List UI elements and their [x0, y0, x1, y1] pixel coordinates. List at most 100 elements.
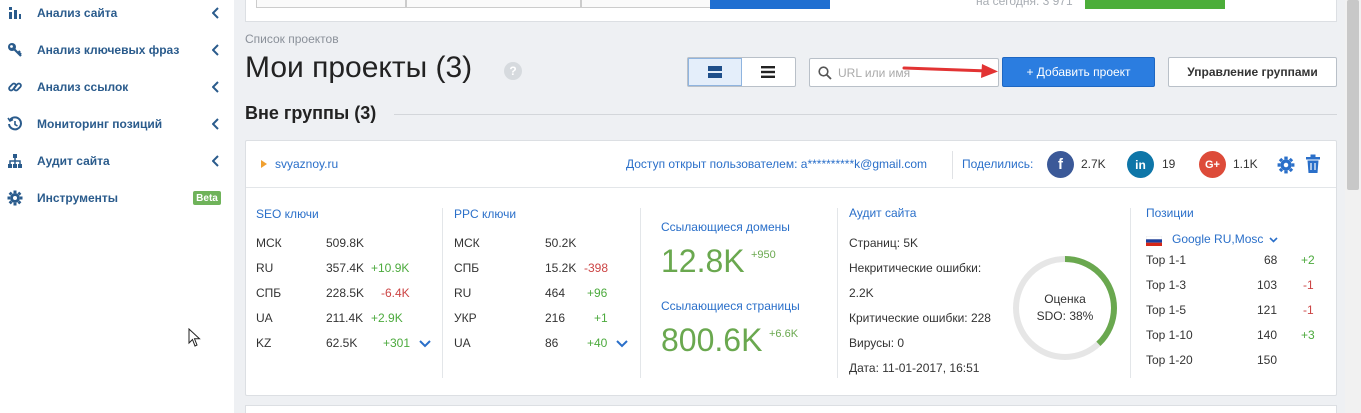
seo-row: KZ 62.5K +301 — [256, 336, 436, 352]
project-card: svyaznoy.ru Доступ открыт пользователем:… — [245, 140, 1337, 396]
top-action-button[interactable] — [1085, 0, 1225, 9]
keyword-delta: +2.9K — [371, 311, 403, 325]
list-view-button[interactable] — [742, 58, 796, 86]
next-project-card — [245, 405, 1337, 413]
chevron-down-icon[interactable] — [419, 340, 431, 348]
chevron-left-icon — [211, 81, 221, 93]
chevron-down-icon[interactable] — [616, 340, 628, 348]
access-info: Доступ открыт пользователем: a**********… — [626, 157, 928, 171]
share-label: Поделились: — [962, 157, 1034, 171]
position-delta: +3 — [1301, 328, 1315, 342]
group-divider — [394, 114, 1337, 115]
sidebar-item-site-audit[interactable]: Аудит сайта — [0, 148, 234, 174]
group-title: Вне группы (3) — [245, 103, 377, 123]
sidebar-item-site-analysis[interactable]: Анализ сайта — [0, 0, 234, 26]
top-input-3[interactable] — [581, 0, 711, 8]
page-title: Мои проекты (3) — [245, 51, 473, 84]
position-row: Top 1-10 140 +3 — [1146, 328, 1316, 344]
project-domain[interactable]: svyaznoy.ru — [275, 157, 338, 171]
audit-noncritical-label: Некритические ошибки: — [849, 261, 982, 275]
position-row: Top 1-3 103 -1 — [1146, 278, 1316, 294]
history-icon — [7, 116, 23, 132]
referring-pages-delta: +6.6K — [769, 328, 799, 340]
linkedin-icon[interactable]: in — [1127, 151, 1154, 178]
search-engine-select[interactable]: Google RU,Mosc — [1172, 232, 1278, 246]
top-input-1[interactable] — [256, 0, 406, 8]
column-divider — [442, 208, 443, 378]
expand-arrow-icon[interactable] — [261, 160, 267, 168]
position-delta: +2 — [1301, 253, 1315, 267]
audit-noncritical-value: 2.2K — [849, 286, 874, 300]
scrollbar-thumb[interactable] — [1347, 0, 1359, 190]
facebook-icon[interactable]: f — [1047, 151, 1074, 178]
manage-groups-button[interactable]: Управление группами — [1168, 57, 1337, 87]
ppc-row: МСК 50.2K — [454, 236, 634, 252]
sidebar-item-label: Инструменты — [37, 191, 119, 205]
keyword-count: 509.8K — [326, 236, 365, 250]
help-icon[interactable]: ? — [504, 62, 522, 80]
add-project-button[interactable]: + Добавить проект — [1002, 57, 1155, 87]
sidebar: Анализ сайта Анализ ключевых фраз Анализ… — [0, 0, 234, 413]
referring-domains-value: 12.8K — [661, 243, 745, 279]
referring-domains-title[interactable]: Ссылающиеся домены — [661, 220, 790, 234]
top-input-2[interactable] — [406, 0, 581, 8]
view-toggle — [687, 57, 796, 87]
ppc-row: RU 464 +96 — [454, 286, 634, 302]
sidebar-item-label: Анализ ключевых фраз — [37, 43, 180, 57]
ppc-keywords-title[interactable]: PPC ключи — [454, 207, 516, 221]
page-scrollbar[interactable] — [1345, 0, 1361, 413]
seo-row: UA 211.4K +2.9K — [256, 311, 436, 327]
sidebar-item-link-analysis[interactable]: Анализ ссылок — [0, 74, 234, 100]
top-search-button[interactable] — [710, 0, 830, 9]
seo-keywords-title[interactable]: SEO ключи — [256, 207, 319, 221]
audit-critical: Критические ошибки: 228 — [849, 311, 991, 325]
keyword-count: 228.5K — [326, 286, 365, 300]
position-count: 150 — [1257, 353, 1278, 367]
site-audit-title[interactable]: Аудит сайта — [849, 206, 916, 220]
chevron-left-icon — [211, 7, 221, 19]
link-icon — [7, 79, 23, 95]
header-divider — [952, 151, 953, 179]
sidebar-item-tools[interactable]: Инструменты Beta — [0, 185, 234, 211]
keyword-count: 357.4K — [326, 261, 365, 275]
position-range: Top 1-1 — [1146, 253, 1187, 267]
position-row: Top 1-20 150 — [1146, 353, 1316, 369]
ppc-row: UA 86 +40 — [454, 336, 634, 352]
breadcrumb[interactable]: Список проектов — [245, 32, 339, 46]
gear-icon — [7, 190, 23, 206]
referring-pages-title[interactable]: Ссылающиеся страницы — [661, 299, 800, 313]
positions-title[interactable]: Позиции — [1146, 206, 1194, 220]
sidebar-item-position-monitoring[interactable]: Мониторинг позиций — [0, 111, 234, 137]
position-count: 68 — [1264, 253, 1278, 267]
position-delta: -1 — [1303, 303, 1314, 317]
region-label: RU — [256, 261, 274, 275]
sidebar-item-keyword-analysis[interactable]: Анализ ключевых фраз — [0, 37, 234, 63]
position-count: 121 — [1257, 303, 1278, 317]
ppc-row: УКР 216 +1 — [454, 311, 634, 327]
search-icon — [818, 66, 832, 80]
project-card-header: svyaznoy.ru Доступ открыт пользователем:… — [246, 141, 1336, 188]
settings-gear-icon[interactable] — [1277, 156, 1295, 177]
region-label: KZ — [256, 336, 272, 350]
google-plus-icon[interactable]: G+ — [1199, 151, 1226, 178]
chevron-left-icon — [211, 44, 221, 56]
trash-icon[interactable] — [1305, 154, 1321, 177]
grid-view-button[interactable] — [688, 58, 742, 86]
sdo-label: Оценка — [1044, 292, 1086, 306]
audit-date: Дата: 11-01-2017, 16:51 — [849, 361, 980, 375]
linkedin-count: 19 — [1162, 157, 1176, 171]
sidebar-item-label: Мониторинг позиций — [37, 117, 163, 131]
grid-view-icon — [707, 66, 722, 78]
referring-domains-delta: +950 — [751, 249, 776, 261]
keyword-delta: -398 — [584, 261, 609, 275]
position-range: Top 1-3 — [1146, 278, 1187, 292]
chevron-left-icon — [211, 155, 221, 167]
keyword-count: 50.2K — [545, 236, 577, 250]
position-count: 140 — [1257, 328, 1278, 342]
red-arrow-annotation — [902, 64, 998, 78]
column-divider — [640, 208, 641, 378]
audit-pages: Страниц: 5K — [849, 236, 919, 250]
top-panel: на сегодня: 3 971 — [245, 0, 1337, 22]
keyword-count: 62.5K — [326, 336, 358, 350]
position-delta: -1 — [1303, 278, 1314, 292]
